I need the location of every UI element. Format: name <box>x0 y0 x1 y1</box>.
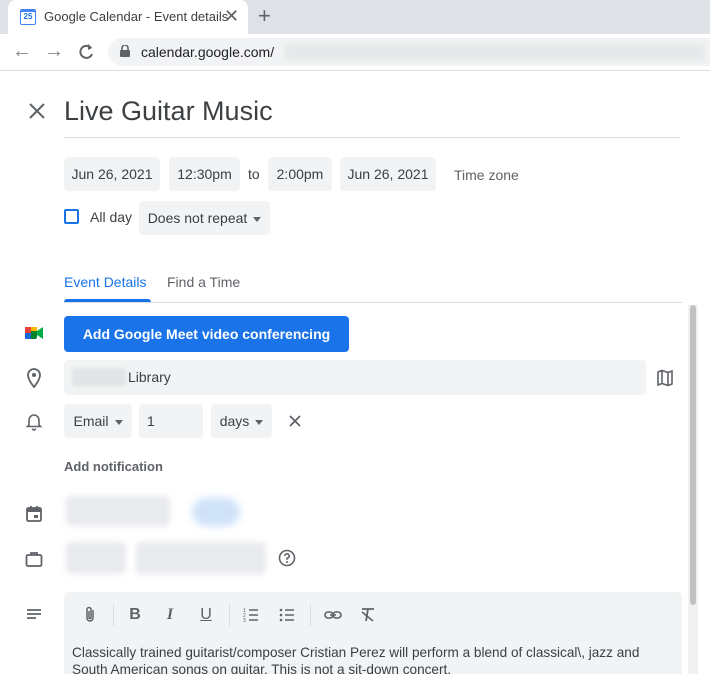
redacted-availability-select[interactable] <box>66 542 126 574</box>
title-underline <box>64 137 680 138</box>
calendar-favicon-icon: 25 <box>20 9 36 25</box>
link-icon[interactable] <box>323 605 343 625</box>
dropdown-caret-icon <box>253 216 262 222</box>
location-value: Library <box>128 369 171 385</box>
tabs-divider <box>64 302 682 303</box>
dropdown-caret-icon <box>255 419 264 425</box>
all-day-checkbox[interactable] <box>64 209 79 224</box>
google-meet-icon <box>25 325 43 341</box>
start-date-chip[interactable]: Jun 26, 2021 <box>64 157 160 191</box>
tab-close-icon[interactable]: ✕ <box>224 6 239 27</box>
redacted-visibility-select[interactable] <box>136 542 266 574</box>
tab-find-a-time[interactable]: Find a Time <box>167 274 240 290</box>
notification-method-value: Email <box>73 413 109 429</box>
new-tab-icon[interactable]: + <box>258 4 271 28</box>
redacted-calendar-select[interactable] <box>66 496 170 526</box>
bulleted-list-icon[interactable] <box>277 605 297 625</box>
redacted-location-region <box>72 368 126 386</box>
redacted-color-chip[interactable] <box>192 498 240 526</box>
tab-event-details[interactable]: Event Details <box>64 274 146 290</box>
underline-icon[interactable]: U <box>196 605 216 625</box>
map-icon[interactable] <box>656 369 674 387</box>
repeat-value: Does not repeat <box>147 210 248 226</box>
description-clip: Classically trained guitarist/composer C… <box>64 640 682 674</box>
to-label: to <box>248 166 260 182</box>
svg-text:3: 3 <box>243 618 246 624</box>
toolbar-separator <box>310 604 311 626</box>
notification-method-select[interactable]: Email <box>64 404 132 438</box>
time-zone-button[interactable]: Time zone <box>454 158 519 192</box>
notification-amount-input[interactable]: 1 <box>139 404 203 438</box>
notification-unit-value: days <box>219 413 250 429</box>
tab-title: Google Calendar - Event details <box>44 9 229 24</box>
end-time-chip[interactable]: 2:00pm <box>268 157 332 191</box>
reload-icon[interactable] <box>76 42 96 62</box>
toolbar-separator <box>113 604 114 626</box>
start-time-chip[interactable]: 12:30pm <box>169 157 240 191</box>
forward-arrow-icon[interactable]: → <box>44 40 64 62</box>
add-notification-button[interactable]: Add notification <box>64 459 163 474</box>
briefcase-icon <box>25 550 43 568</box>
end-date-chip[interactable]: Jun 26, 2021 <box>340 157 436 191</box>
redacted-url-region <box>285 44 705 60</box>
back-arrow-icon[interactable]: ← <box>12 40 32 62</box>
notification-unit-select[interactable]: days <box>211 404 272 438</box>
dropdown-caret-icon <box>114 419 123 425</box>
help-icon[interactable] <box>278 549 296 567</box>
event-title-input[interactable]: Live Guitar Music <box>64 96 273 127</box>
close-icon[interactable] <box>26 100 48 122</box>
remove-notification-icon[interactable] <box>287 413 303 429</box>
url-text[interactable]: calendar.google.com/ <box>141 44 274 60</box>
bold-icon[interactable]: B <box>125 605 145 625</box>
scrollbar-thumb[interactable] <box>690 305 696 605</box>
lock-icon[interactable] <box>120 44 130 57</box>
repeat-select[interactable]: Does not repeat <box>139 201 270 235</box>
attachment-icon[interactable] <box>80 605 100 625</box>
calendar-icon <box>25 505 43 523</box>
add-meet-button[interactable]: Add Google Meet video conferencing <box>64 316 349 352</box>
browser-tab[interactable]: 25 Google Calendar - Event details ✕ <box>8 0 248 34</box>
toolbar-separator <box>229 604 230 626</box>
description-text[interactable]: Classically trained guitarist/composer C… <box>72 644 672 674</box>
bell-icon <box>25 413 43 431</box>
numbered-list-icon[interactable]: 123 <box>241 605 261 625</box>
italic-icon[interactable]: I <box>160 605 180 625</box>
clear-formatting-icon[interactable] <box>358 605 378 625</box>
location-pin-icon <box>25 368 43 389</box>
all-day-label: All day <box>90 209 133 225</box>
description-lines-icon <box>25 606 43 624</box>
